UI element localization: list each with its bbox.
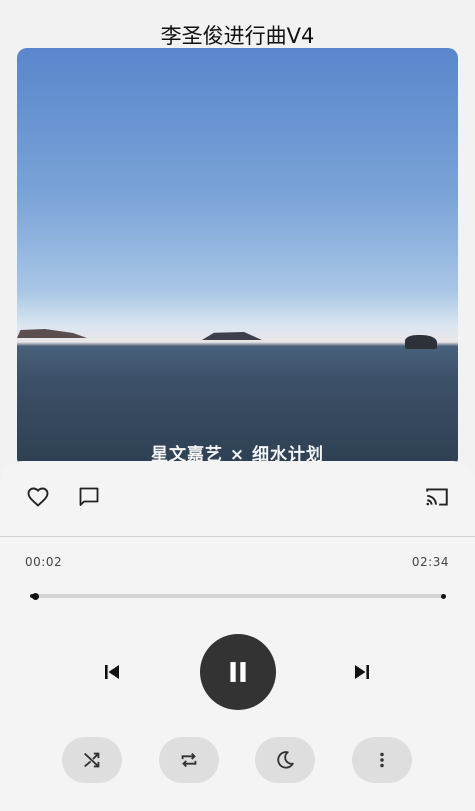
- player-panel: 00:02 02:34: [0, 461, 475, 811]
- progress-slider[interactable]: [30, 592, 446, 600]
- sleep-timer-moon-icon: [277, 751, 294, 769]
- repeat-icon: [181, 752, 197, 768]
- next-button[interactable]: [348, 658, 376, 686]
- pause-button[interactable]: [200, 634, 276, 710]
- skip-previous-icon: [105, 665, 119, 679]
- heart-icon: [27, 487, 49, 507]
- album-cover: 星文嘉艺 × 细水计划: [17, 48, 458, 468]
- progress-end-dot: [441, 593, 446, 599]
- cover-island-middle: [202, 332, 262, 340]
- shuffle-icon: [84, 752, 100, 768]
- more-button[interactable]: [352, 737, 412, 783]
- total-time: 02:34: [411, 555, 449, 569]
- song-title: 李圣俊进行曲V4: [160, 24, 315, 48]
- cast-button[interactable]: [423, 483, 451, 511]
- progress-thumb[interactable]: [31, 592, 39, 600]
- skip-next-icon: [355, 665, 369, 679]
- more-vertical-icon: [380, 752, 384, 768]
- comment-button[interactable]: [75, 483, 103, 511]
- repeat-button[interactable]: [159, 737, 219, 783]
- pause-icon: [230, 662, 246, 682]
- sleep-timer-button[interactable]: [255, 737, 315, 783]
- current-time: 00:02: [25, 555, 63, 569]
- cast-icon: [426, 488, 448, 506]
- cover-rock: [405, 335, 437, 349]
- shuffle-button[interactable]: [62, 737, 122, 783]
- previous-button[interactable]: [98, 658, 126, 686]
- cover-island-left: [17, 329, 87, 338]
- divider: [0, 536, 475, 537]
- like-button[interactable]: [24, 483, 52, 511]
- comment-icon: [79, 487, 99, 506]
